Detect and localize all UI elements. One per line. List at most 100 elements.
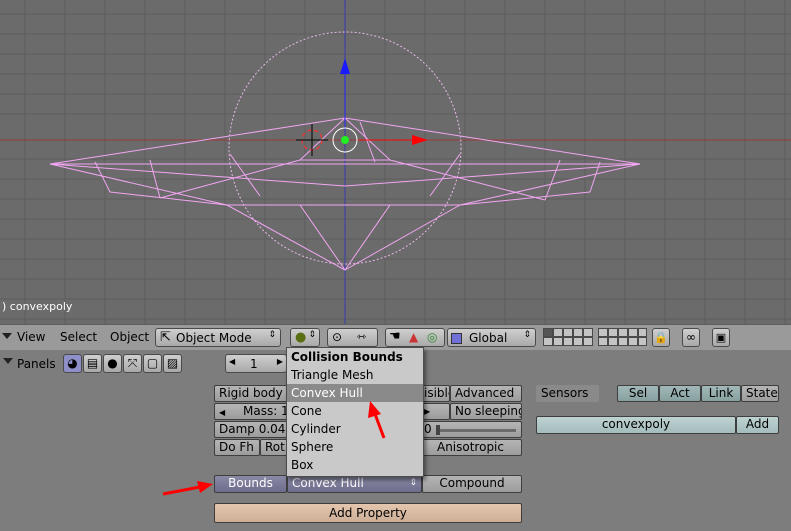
menu-item-cylinder[interactable]: Cylinder (287, 420, 423, 438)
rotate-icon: ◎ (427, 330, 438, 344)
damp-field[interactable]: Damp 0.04 (214, 421, 292, 438)
add-sensor-button[interactable]: Add (736, 416, 779, 434)
layer-18-button[interactable] (618, 337, 628, 346)
no-sleeping-toggle[interactable]: No sleeping (450, 403, 522, 420)
menu-view[interactable]: View (17, 330, 45, 344)
rot-damp-value: 0 (424, 422, 432, 436)
link-icon[interactable]: ∞ (682, 328, 700, 347)
do-fh-toggle[interactable]: Do Fh (214, 439, 260, 456)
scene-context-icon[interactable]: ▨ (163, 354, 182, 373)
layer-4-button[interactable] (573, 328, 583, 337)
add-property-button[interactable]: Add Property (214, 503, 522, 523)
object-context-icon[interactable]: ⤧ (123, 354, 142, 373)
advanced-button[interactable]: Advanced (450, 385, 522, 402)
layer-6-button[interactable] (598, 328, 608, 337)
mode-dropdown[interactable]: ⇱ Object Mode ⇕ (155, 328, 281, 347)
layer-2-button[interactable] (553, 328, 563, 337)
layer-12-button[interactable] (553, 337, 563, 346)
pivot-icon: ⊙ (332, 330, 343, 344)
decrement-arrow-icon: ◀ (229, 357, 236, 366)
layer-10-button[interactable] (638, 328, 647, 337)
layer-15-button[interactable] (583, 337, 593, 346)
3d-viewport[interactable]: ) convexpoly (0, 0, 791, 324)
manipulator-toggles[interactable]: ☚ ▲ ◎ (385, 328, 445, 347)
lock-icon[interactable]: 🔒 (652, 328, 670, 347)
layer-13-button[interactable] (563, 337, 573, 346)
bounds-toggle[interactable]: Bounds (214, 475, 287, 493)
menu-item-cone[interactable]: Cone (287, 402, 423, 420)
layer-buttons[interactable] (543, 328, 647, 346)
dropdown-arrow-icon: ⇕ (409, 478, 417, 488)
anisotropic-toggle[interactable]: Anisotropic (419, 439, 522, 456)
menu-item-box[interactable]: Box (287, 456, 423, 474)
translate-icon: ▲ (409, 330, 419, 344)
scale-icon (451, 333, 462, 344)
orientation-label: Global (469, 331, 508, 345)
slider-track (436, 429, 516, 432)
decrement-arrow-icon: ◀ (219, 408, 226, 417)
page-number-value: 1 (250, 357, 258, 371)
pivot-controls[interactable]: ⊙ ⇿ (327, 328, 378, 347)
snap-icon: ⇿ (357, 330, 367, 343)
viewport-object-label: ) convexpoly (2, 300, 73, 313)
viewport-canvas (0, 0, 791, 324)
menu-item-convex-hull[interactable]: Convex Hull (287, 384, 423, 402)
panels-collapse-icon[interactable] (3, 358, 13, 364)
menu-title: Collision Bounds (291, 350, 403, 364)
page-number-field[interactable]: ◀ 1 ▶ (225, 354, 287, 373)
hand-icon: ☚ (389, 329, 401, 344)
panels-label: Panels (17, 357, 56, 371)
x-arrow-head (412, 135, 428, 145)
menu-item-triangle-mesh[interactable]: Triangle Mesh (287, 366, 423, 384)
layer-1-button[interactable] (543, 328, 553, 337)
mass-field[interactable]: ◀ Mass: 1 (214, 403, 292, 420)
sensors-act-toggle[interactable]: Act (659, 385, 701, 402)
layer-3-button[interactable] (563, 328, 573, 337)
layer-16-button[interactable] (598, 337, 608, 346)
z-arrow-head (340, 58, 350, 74)
dropdown-arrow-icon: ⇕ (308, 330, 316, 340)
draw-type-dropdown[interactable]: ● ⇕ (290, 328, 320, 347)
logic-context-icon[interactable]: ◕ (63, 354, 82, 373)
sensors-label: Sensors (536, 385, 599, 402)
increment-arrow-icon: ▶ (276, 357, 283, 366)
bounds-type-dropdown[interactable]: Convex Hull ⇕ (287, 475, 422, 493)
layer-19-button[interactable] (628, 337, 638, 346)
layer-8-button[interactable] (618, 328, 628, 337)
layer-5-button[interactable] (583, 328, 593, 337)
editing-context-icon[interactable]: ▢ (143, 354, 162, 373)
layer-20-button[interactable] (638, 337, 647, 346)
rigid-body-dropdown[interactable]: Rigid body (214, 385, 292, 402)
menu-object[interactable]: Object (110, 330, 149, 344)
shading-context-icon[interactable]: ● (103, 354, 122, 373)
mode-label: Object Mode (176, 331, 252, 345)
slider-handle[interactable] (436, 425, 440, 435)
layer-11-button[interactable] (543, 337, 553, 346)
menu-select[interactable]: Select (60, 330, 97, 344)
sensors-link-toggle[interactable]: Link (701, 385, 741, 402)
dropdown-arrow-icon: ⇕ (268, 330, 276, 340)
object-mode-icon: ⇱ (160, 330, 171, 345)
menu-item-sphere[interactable]: Sphere (287, 438, 423, 456)
3d-cursor-icon (296, 124, 328, 156)
dropdown-arrow-icon: ⇕ (523, 330, 531, 340)
sensor-object-name[interactable]: convexpoly (536, 416, 736, 434)
mass-value: Mass: 1 (242, 404, 289, 418)
sensors-state-toggle[interactable]: State (741, 385, 779, 402)
script-context-icon[interactable]: ▤ (83, 354, 102, 373)
collision-bounds-menu: Collision Bounds Triangle Mesh Convex Hu… (286, 347, 424, 477)
layer-7-button[interactable] (608, 328, 618, 337)
grid (0, 0, 791, 324)
layer-14-button[interactable] (573, 337, 583, 346)
compound-toggle[interactable]: Compound (422, 475, 522, 493)
sensors-sel-toggle[interactable]: Sel (617, 385, 659, 402)
orientation-dropdown[interactable]: Global ⇕ (447, 328, 536, 347)
header-collapse-icon[interactable] (2, 333, 12, 339)
bounds-type-value: Convex Hull (292, 476, 364, 490)
object-origin-dot (341, 136, 349, 144)
render-icon[interactable]: ▣ (712, 328, 730, 347)
layer-9-button[interactable] (628, 328, 638, 337)
rot-damp-slider[interactable]: 0 (419, 421, 522, 438)
layer-17-button[interactable] (608, 337, 618, 346)
solid-shading-icon: ● (295, 330, 307, 345)
